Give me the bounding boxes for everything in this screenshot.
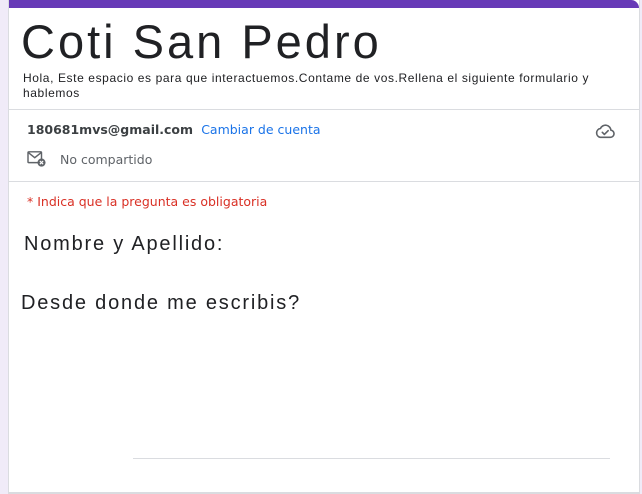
question-origin-label: Desde donde me escribis? xyxy=(21,292,301,314)
shared-status-text: No compartido xyxy=(60,151,153,167)
account-row: 180681mvs@gmail.com Cambiar de cuenta xyxy=(27,122,321,138)
form-description: Hola, Este espacio es para que interactu… xyxy=(23,71,590,100)
form-title: Coti San Pedro xyxy=(21,15,382,68)
shared-status-row: No compartido xyxy=(27,150,152,168)
switch-account-link[interactable]: Cambiar de cuenta xyxy=(201,122,320,137)
header-divider xyxy=(9,109,639,110)
cloud-check-icon xyxy=(595,124,615,139)
form-card: Coti San Pedro Hola, Este espacio es par… xyxy=(8,0,640,494)
account-email: 180681mvs@gmail.com xyxy=(27,122,194,137)
form-accent-bar xyxy=(9,0,639,8)
required-note: * Indica que la pregunta es obligatoria xyxy=(27,194,268,209)
question-name-label: Nombre y Apellido: xyxy=(24,233,225,255)
mail-not-shared-icon xyxy=(27,151,46,167)
origin-answer-input[interactable] xyxy=(133,440,610,459)
form-page: Coti San Pedro Hola, Este espacio es par… xyxy=(0,0,642,494)
account-divider xyxy=(9,181,639,182)
